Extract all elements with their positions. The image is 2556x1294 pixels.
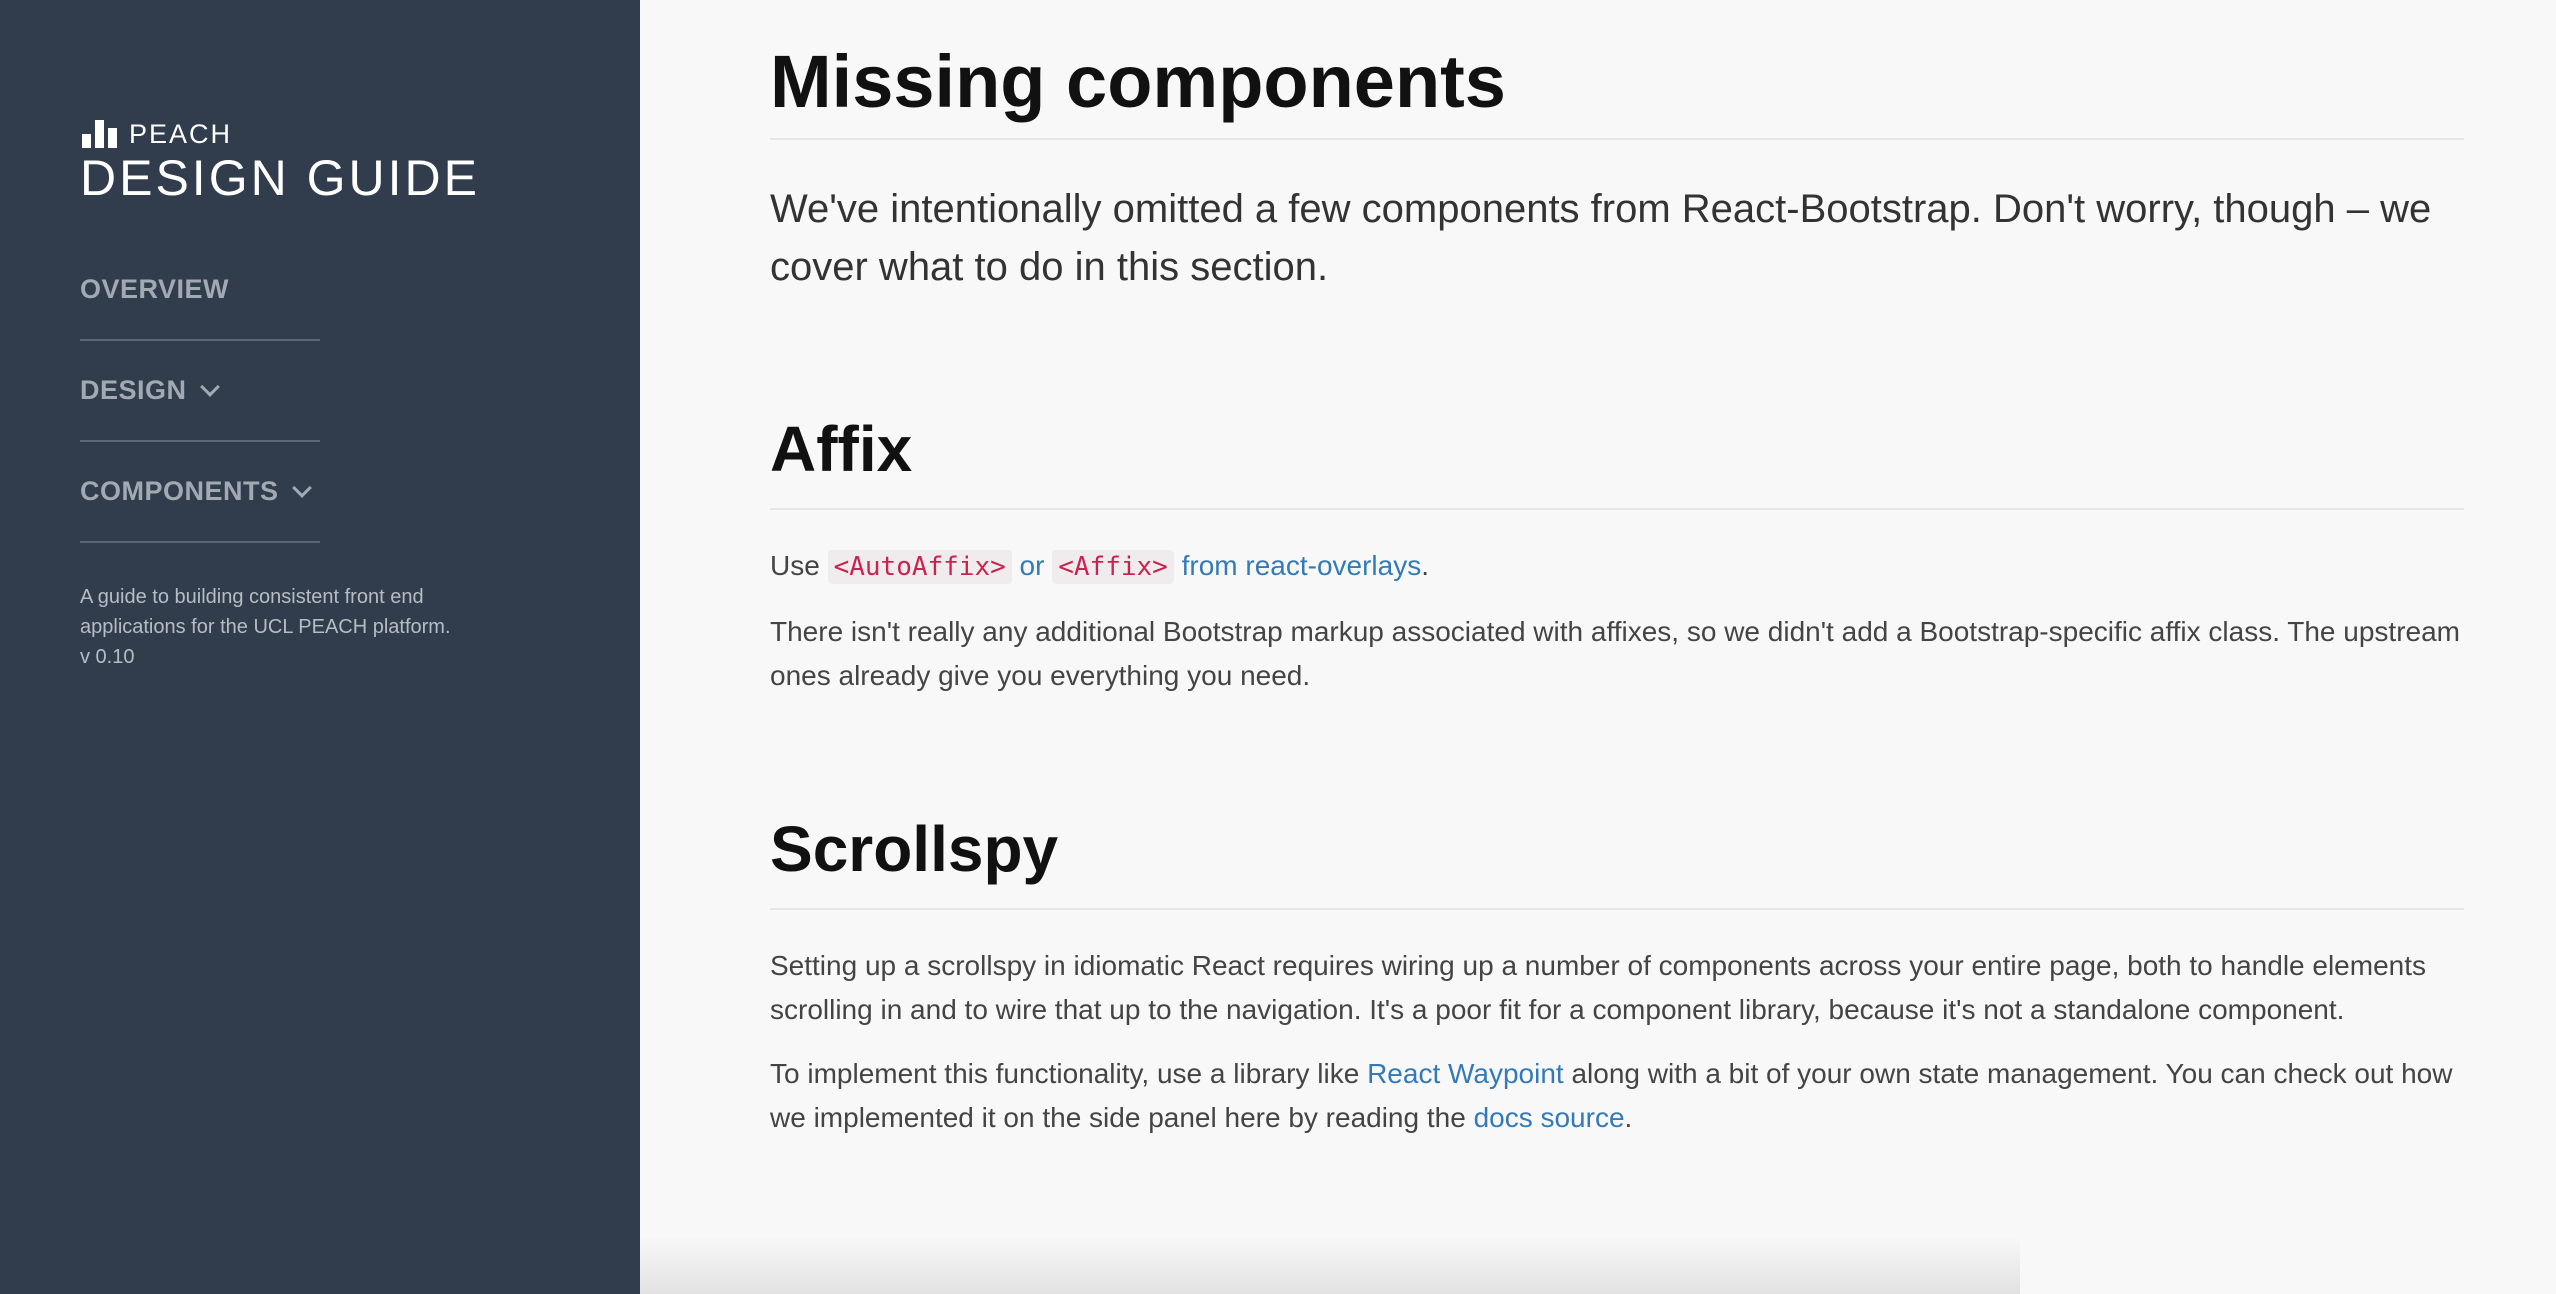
lead-paragraph: We've intentionally omitted a few compon… bbox=[770, 187, 2432, 289]
sidebar: PEACH DESIGN GUIDE OVERVIEW DESIGN COMPO… bbox=[0, 0, 640, 1294]
nav-item-overview[interactable]: OVERVIEW bbox=[80, 240, 320, 341]
page-title: Missing components bbox=[770, 40, 2464, 140]
nav-item-design[interactable]: DESIGN bbox=[80, 341, 320, 442]
bottom-shadow bbox=[640, 1236, 2020, 1294]
affix-usage-paragraph: Use <AutoAffix> or <Affix> from react-ov… bbox=[770, 544, 2464, 589]
affix-explanation: There isn't really any additional Bootst… bbox=[770, 616, 2460, 691]
use-text: Use bbox=[770, 550, 828, 581]
logo-word: PEACH bbox=[129, 119, 233, 149]
description-line: applications for the UCL PEACH platform. bbox=[80, 616, 451, 638]
react-waypoint-link[interactable]: React Waypoint bbox=[1367, 1058, 1564, 1089]
sidebar-description: A guide to building consistent front end… bbox=[80, 582, 480, 672]
section-heading-affix: Affix bbox=[770, 412, 2464, 510]
react-overlays-link[interactable]: from react-overlays bbox=[1174, 550, 1422, 581]
scrollspy-paragraph: Setting up a scrollspy in idiomatic Reac… bbox=[770, 950, 2427, 1025]
logo[interactable]: PEACH bbox=[82, 116, 232, 148]
chevron-down-icon bbox=[199, 377, 220, 397]
text: . bbox=[1624, 1102, 1633, 1133]
description-line: A guide to building consistent front end bbox=[80, 586, 424, 608]
scrollspy-implementation: To implement this functionality, use a l… bbox=[770, 1052, 2464, 1140]
or-link[interactable]: or bbox=[1012, 550, 1052, 581]
period: . bbox=[1421, 550, 1429, 581]
sidebar-nav: OVERVIEW DESIGN COMPONENTS bbox=[80, 240, 320, 543]
nav-item-components[interactable]: COMPONENTS bbox=[80, 442, 320, 543]
text: To implement this functionality, use a l… bbox=[770, 1058, 1368, 1089]
docs-source-link[interactable]: docs source bbox=[1474, 1102, 1625, 1133]
section-heading-scrollspy: Scrollspy bbox=[770, 812, 2464, 910]
chevron-down-icon bbox=[291, 478, 312, 498]
affix-code: <Affix> bbox=[1052, 550, 1174, 584]
bar-chart-icon bbox=[82, 120, 117, 148]
autoaffix-code: <AutoAffix> bbox=[827, 550, 1012, 584]
nav-item-label: COMPONENTS bbox=[80, 476, 279, 506]
site-title[interactable]: DESIGN GUIDE bbox=[80, 150, 480, 206]
nav-item-label: OVERVIEW bbox=[80, 274, 230, 304]
nav-item-label: DESIGN bbox=[80, 375, 187, 405]
version-label: v 0.10 bbox=[80, 646, 135, 668]
